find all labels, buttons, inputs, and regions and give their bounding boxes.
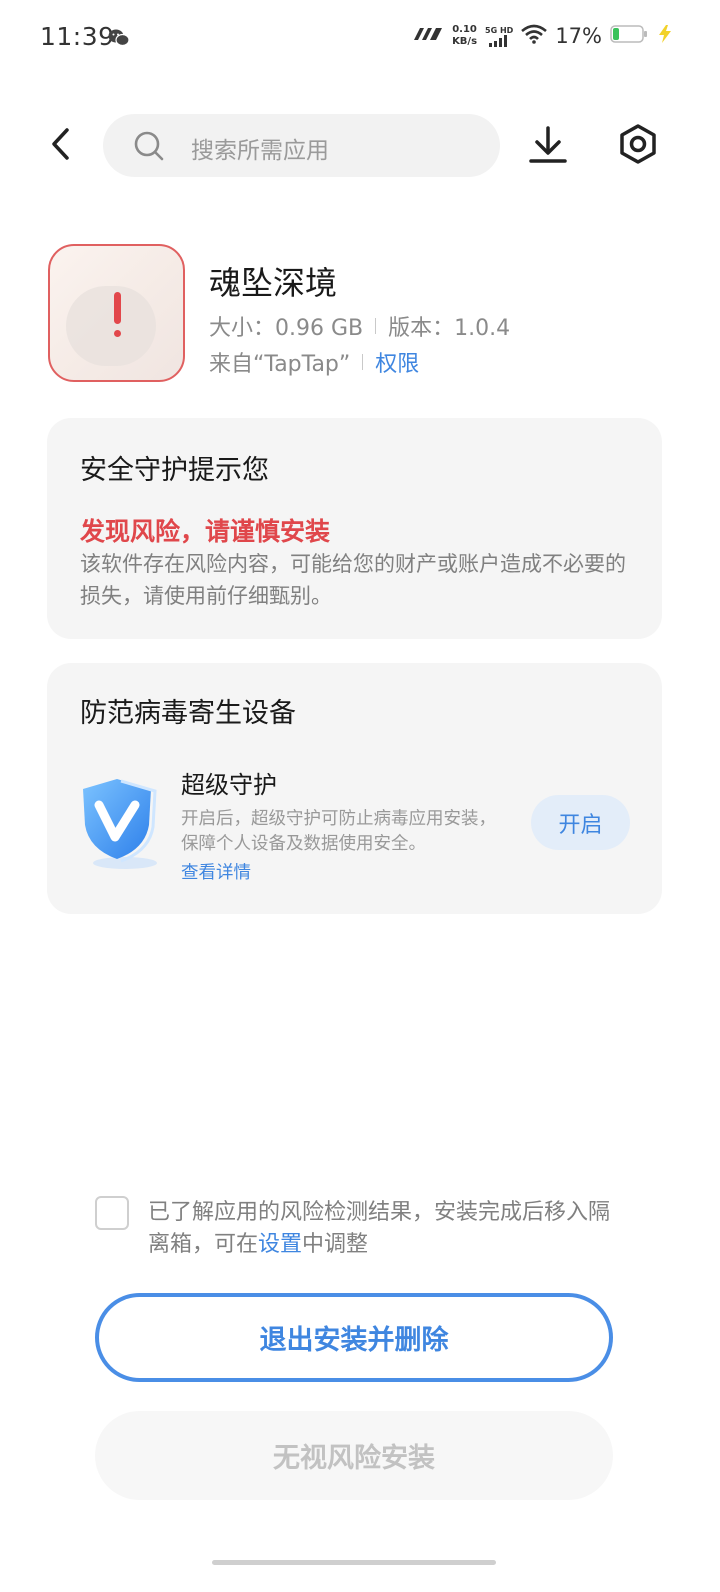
status-right-group: 0.10 KB/s 5G HD 17%	[412, 24, 674, 48]
agreement-text-before: 已了解应用的风险检测结果，安装完成后移入隔离箱，可在	[148, 1200, 611, 1257]
battery-icon	[610, 24, 648, 48]
ignore-risk-install-button[interactable]: 无视风险安装	[95, 1411, 613, 1500]
security-warning-card: 安全守护提示您 发现风险，请谨慎安装 该软件存在风险内容，可能给您的财产或账户造…	[47, 418, 662, 639]
search-input[interactable]: 搜索所需应用	[103, 114, 500, 177]
security-card-title: 安全守护提示您	[80, 455, 269, 486]
app-version: 版本：1.0.4	[388, 316, 511, 341]
wifi-icon	[521, 24, 548, 48]
network-type: 5G HD	[485, 25, 514, 35]
download-button[interactable]	[526, 122, 572, 168]
agreement-text-after: 中调整	[302, 1232, 369, 1257]
virus-protection-card: 防范病毒寄生设备 超级守护 开启后，超级守护可防止病毒应用安装，保障个人设备及数…	[47, 663, 662, 914]
risk-description: 该软件存在风险内容，可能给您的财产或账户造成不必要的损失，请使用前仔细甄别。	[80, 552, 626, 608]
app-icon-artwork	[66, 286, 156, 366]
view-details-link[interactable]: 查看详情	[181, 859, 251, 884]
meta-divider	[375, 318, 377, 334]
signal-strength-icon	[412, 26, 444, 46]
wechat-icon	[108, 28, 130, 52]
net-speed-unit: KB/s	[452, 36, 478, 47]
settings-icon	[620, 124, 656, 164]
network-indicator: 5G HD	[485, 26, 513, 47]
source-divider	[362, 354, 364, 370]
home-indicator[interactable]	[212, 1560, 496, 1565]
agreement-checkbox[interactable]	[95, 1196, 129, 1230]
back-icon	[52, 128, 69, 160]
agreement-text: 已了解应用的风险检测结果，安装完成后移入隔离箱，可在设置中调整	[148, 1197, 618, 1261]
permissions-link[interactable]: 权限	[375, 346, 419, 378]
risk-title: 发现风险，请谨慎安装	[80, 517, 331, 546]
status-bar: 11:39 0.10 KB/s 5G HD 17%	[0, 0, 720, 80]
settings-button[interactable]	[616, 122, 662, 168]
enable-button[interactable]: 开启	[531, 795, 630, 850]
warning-icon-dot	[114, 330, 121, 337]
charging-icon	[656, 24, 674, 48]
shield-icon	[77, 771, 167, 871]
protect-card-title: 防范病毒寄生设备	[80, 698, 296, 729]
warning-icon	[114, 292, 121, 324]
app-size: 大小：0.96 GB	[209, 316, 364, 341]
signal-icon	[489, 34, 508, 47]
feature-description: 开启后，超级守护可防止病毒应用安装，保障个人设备及数据使用安全。	[181, 809, 496, 854]
app-icon	[48, 244, 185, 382]
status-time: 11:39	[40, 22, 115, 51]
search-placeholder: 搜索所需应用	[191, 138, 329, 164]
settings-link[interactable]: 设置	[258, 1232, 302, 1257]
download-icon	[529, 126, 567, 163]
app-name: 魂坠深境	[209, 264, 338, 302]
exit-and-delete-button[interactable]: 退出安装并删除	[95, 1293, 613, 1382]
feature-title: 超级守护	[181, 771, 277, 799]
search-icon	[134, 131, 164, 161]
net-speed: 0.10 KB/s	[452, 24, 477, 48]
top-bar: 搜索所需应用	[0, 112, 720, 178]
app-meta: 大小：0.96 GB 版本：1.0.4	[209, 310, 510, 342]
back-button[interactable]	[38, 122, 82, 166]
net-speed-value: 0.10	[452, 24, 477, 35]
battery-percent: 17%	[555, 24, 602, 48]
app-source-row: 来自“TapTap” 权限	[209, 346, 419, 378]
app-source: 来自“TapTap”	[209, 352, 351, 377]
